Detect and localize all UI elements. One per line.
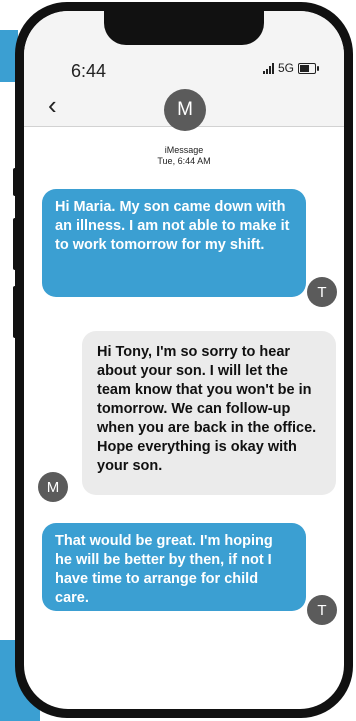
status-indicators: 5G <box>262 61 319 75</box>
phone-screen: 6:44 5G ‹ M iMessage Tue, 6:44 AM Hi Mar… <box>24 11 344 709</box>
sender-avatar: T <box>307 277 337 307</box>
service-label: iMessage <box>164 145 204 155</box>
phone-notch <box>104 11 264 45</box>
battery-icon <box>298 62 319 74</box>
sender-avatar: T <box>307 595 337 625</box>
signal-bars-icon <box>262 62 274 74</box>
sender-avatar: M <box>38 472 68 502</box>
message-bubble-received: Hi Tony, I'm so sorry to hear about your… <box>82 331 336 495</box>
phone-frame: 6:44 5G ‹ M iMessage Tue, 6:44 AM Hi Mar… <box>15 2 353 718</box>
chevron-left-icon[interactable]: ‹ <box>48 92 57 118</box>
message-bubble-sent: That would be great. I'm hoping he will … <box>42 523 306 611</box>
status-time: 6:44 <box>71 61 107 81</box>
contact-avatar[interactable]: M <box>164 89 206 131</box>
network-label: 5G <box>277 61 294 75</box>
conversation-meta: iMessage Tue, 6:44 AM <box>24 145 344 167</box>
message-bubble-sent: Hi Maria. My son came down with an illne… <box>42 189 306 297</box>
message-timestamp: Tue, 6:44 AM <box>157 156 211 166</box>
